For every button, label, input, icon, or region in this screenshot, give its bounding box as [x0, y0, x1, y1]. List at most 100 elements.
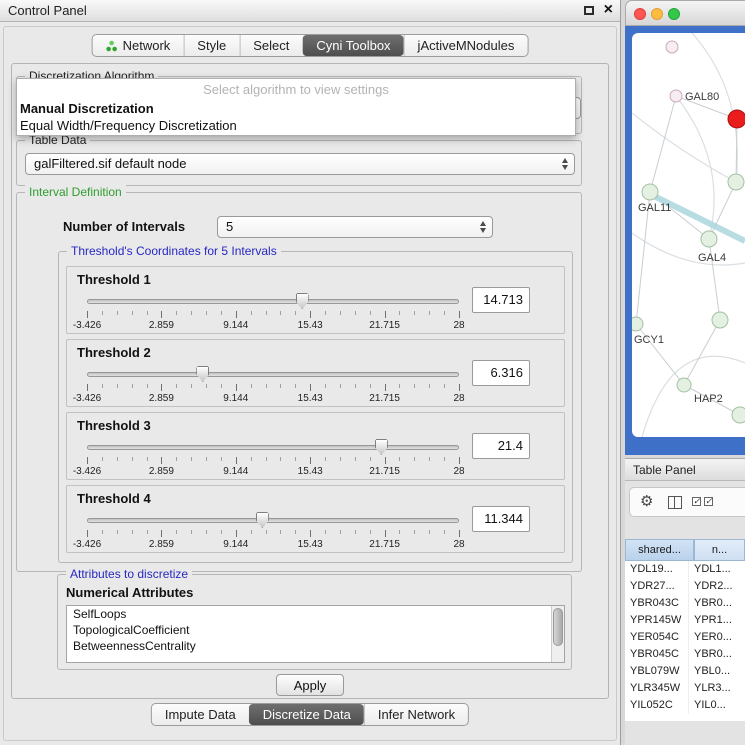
table-row[interactable]: YBL079WYBL0... — [625, 663, 745, 680]
table-row[interactable]: YLR345WYLR3... — [625, 680, 745, 697]
tick-mark — [459, 457, 460, 464]
tab-discretize-data[interactable]: Discretize Data — [249, 704, 364, 725]
threshold-value-field[interactable]: 6.316 — [472, 360, 530, 386]
threshold-value-field[interactable]: 21.4 — [472, 433, 530, 459]
node-label: GCY1 — [634, 334, 664, 346]
tick-mark — [414, 384, 415, 388]
table-cell: YER0... — [689, 629, 745, 646]
gear-icon[interactable]: ⚙ — [640, 492, 653, 510]
minimize-traffic-light-icon[interactable] — [651, 8, 663, 20]
tick-mark — [414, 457, 415, 461]
threshold-slider[interactable]: -3.4262.8599.14415.4321.71528 — [87, 291, 459, 333]
threshold-value-field[interactable]: 14.713 — [472, 287, 530, 313]
slider-track[interactable] — [87, 299, 459, 304]
scrollbar-thumb[interactable] — [553, 608, 563, 646]
table-cell: YBR045C — [625, 646, 689, 663]
tick-mark — [399, 530, 400, 534]
tick-mark — [280, 530, 281, 534]
scale-label: 21.715 — [369, 539, 400, 550]
slider-thumb[interactable] — [296, 293, 309, 309]
zoom-traffic-light-icon[interactable] — [668, 8, 680, 20]
select-columns-checkbox-icons[interactable] — [692, 497, 713, 506]
attribute-item[interactable]: SelfLoops — [67, 606, 564, 622]
network-node[interactable] — [728, 174, 744, 190]
tab-style[interactable]: Style — [183, 35, 239, 56]
attribute-item[interactable]: BetweennessCentrality — [67, 638, 564, 654]
tab-select[interactable]: Select — [239, 35, 302, 56]
tab-jactivemnodules[interactable]: jActiveMNodules — [404, 35, 528, 56]
interval-definition-group-title: Interval Definition — [25, 185, 126, 199]
tick-mark — [132, 384, 133, 388]
tick-mark — [161, 311, 162, 318]
table-cell: YBR043C — [625, 595, 689, 612]
table-row[interactable]: YPR145WYPR1... — [625, 612, 745, 629]
table-row[interactable]: YBR045CYBR0... — [625, 646, 745, 663]
slider-track[interactable] — [87, 372, 459, 377]
table-panel-toolbar: ⚙ — [629, 487, 745, 517]
float-window-icon[interactable] — [584, 6, 594, 15]
tab-network[interactable]: Network — [93, 35, 184, 56]
table-row[interactable]: YIL052CYIL0... — [625, 697, 745, 714]
tab-cyni-toolbox[interactable]: Cyni Toolbox — [302, 35, 403, 56]
close-traffic-light-icon[interactable] — [634, 8, 646, 20]
tick-mark — [251, 384, 252, 388]
apply-button[interactable]: Apply — [276, 674, 344, 696]
slider-thumb[interactable] — [375, 439, 388, 455]
table-row[interactable]: YBR043CYBR0... — [625, 595, 745, 612]
columns-icon[interactable] — [668, 496, 682, 509]
network-edge — [684, 320, 720, 385]
threshold-slider[interactable]: -3.4262.8599.14415.4321.71528 — [87, 437, 459, 479]
network-node-hap2[interactable] — [677, 378, 691, 392]
threshold-panel: Threshold 4 -3.4262.8599.14415.4321.7152… — [66, 485, 565, 553]
dropdown-option-equal-width-frequency-discretization[interactable]: Equal Width/Frequency Discretization — [17, 117, 575, 134]
network-edge-curve — [692, 33, 737, 182]
thresholds-group-title: Threshold's Coordinates for 5 Intervals — [67, 244, 281, 258]
network-node[interactable] — [712, 312, 728, 328]
network-node-gal11[interactable] — [642, 184, 658, 200]
threshold-slider[interactable]: -3.4262.8599.14415.4321.71528 — [87, 510, 459, 552]
slider-track[interactable] — [87, 445, 459, 450]
table-row[interactable]: YER054CYER0... — [625, 629, 745, 646]
network-node-gal80[interactable] — [670, 90, 682, 102]
bottom-tab-bar: Impute DataDiscretize DataInfer Network — [151, 703, 469, 726]
network-node[interactable] — [732, 407, 745, 423]
network-node[interactable] — [728, 110, 745, 128]
list-scrollbar[interactable] — [551, 606, 564, 662]
network-canvas[interactable]: GAL80GAL11GAL4GCY1HAP2 — [632, 33, 745, 437]
table-row[interactable]: YDR27...YDR2... — [625, 578, 745, 595]
tick-mark — [310, 457, 311, 464]
attribute-item[interactable]: TopologicalCoefficient — [67, 622, 564, 638]
tab-impute-data[interactable]: Impute Data — [152, 704, 249, 725]
attribute-items: SelfLoopsTopologicalCoefficientBetweenne… — [67, 606, 564, 654]
table-panel-title: Table Panel — [633, 463, 696, 477]
threshold-value-field[interactable]: 11.344 — [472, 506, 530, 532]
tab-infer-network[interactable]: Infer Network — [364, 704, 468, 725]
tick-mark — [236, 384, 237, 391]
dropdown-option-manual-discretization[interactable]: Manual Discretization — [17, 100, 575, 117]
tick-mark — [399, 384, 400, 388]
slider-thumb[interactable] — [256, 512, 269, 528]
network-node-gal4[interactable] — [701, 231, 717, 247]
table-data-combobox[interactable]: galFiltered.sif default node — [25, 153, 575, 175]
slider-track[interactable] — [87, 518, 459, 523]
control-panel-titlebar: Control Panel × — [0, 0, 620, 22]
tick-mark — [459, 384, 460, 391]
numerical-attributes-list[interactable]: SelfLoopsTopologicalCoefficientBetweenne… — [66, 605, 565, 663]
threshold-slider[interactable]: -3.4262.8599.14415.4321.71528 — [87, 364, 459, 406]
tick-mark — [295, 457, 296, 461]
table-row[interactable]: YDL19...YDL1... — [625, 561, 745, 578]
scale-label: 9.144 — [223, 466, 248, 477]
network-node-gcy1[interactable] — [632, 317, 643, 331]
column-header-1[interactable]: shared... — [625, 539, 694, 561]
slider-thumb[interactable] — [196, 366, 209, 382]
table-header-row: shared...n... — [625, 539, 745, 561]
network-node[interactable] — [666, 41, 678, 53]
node-label: GAL11 — [638, 202, 671, 214]
window-title: Control Panel — [8, 3, 87, 18]
combobox-stepper-icon — [479, 220, 488, 234]
close-window-icon[interactable]: × — [604, 1, 613, 19]
num-intervals-combobox[interactable]: 5 — [217, 216, 493, 238]
tick-mark — [161, 457, 162, 464]
tick-mark — [206, 530, 207, 534]
column-header-2[interactable]: n... — [694, 539, 745, 561]
